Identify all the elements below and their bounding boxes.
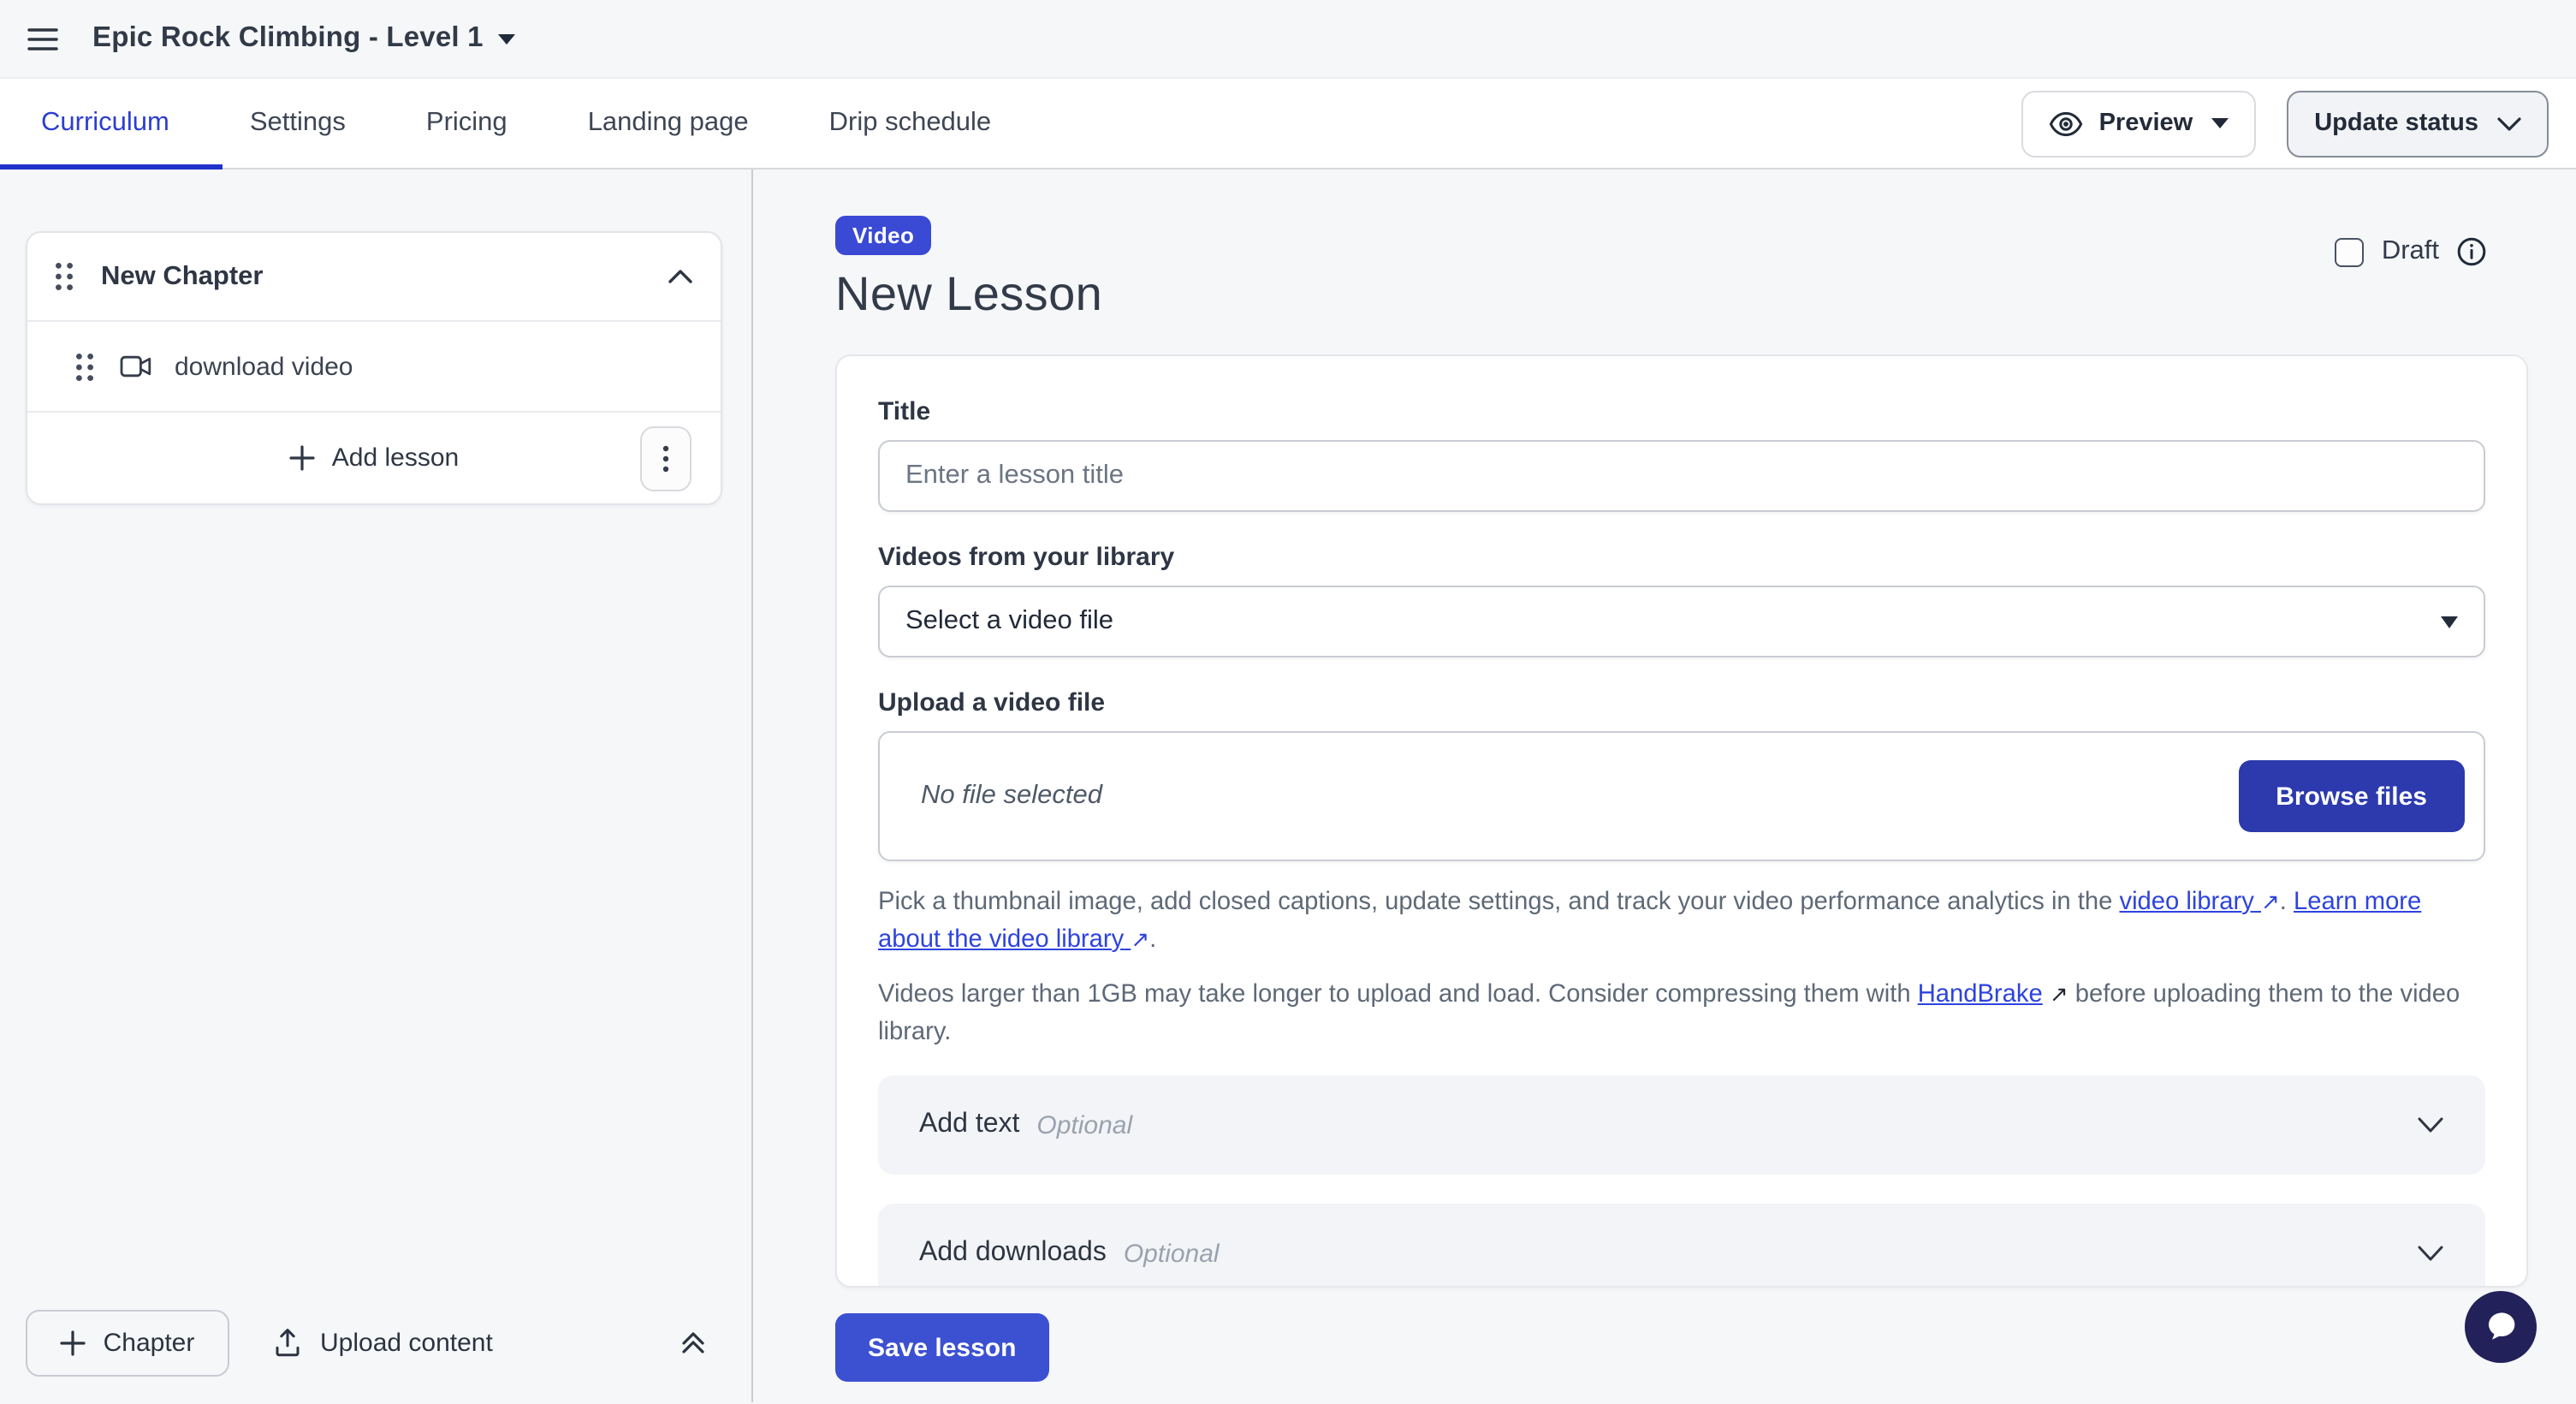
drag-handle-icon[interactable]	[55, 262, 74, 291]
eye-icon	[2050, 110, 2084, 136]
help-text: Videos larger than 1GB may take longer t…	[878, 981, 1918, 1008]
tabs-bar: Curriculum Settings Pricing Landing page…	[0, 79, 2576, 170]
draft-control: Draft	[2336, 236, 2487, 267]
chapter-title[interactable]: New Chapter	[101, 261, 264, 292]
drag-handle-icon[interactable]	[75, 352, 94, 381]
tab-curriculum[interactable]: Curriculum	[41, 108, 169, 139]
info-icon[interactable]	[2456, 236, 2487, 267]
add-chapter-button[interactable]: Chapter	[26, 1309, 229, 1376]
title-field-label: Title	[878, 397, 2485, 426]
plus-icon	[61, 1330, 86, 1355]
course-title-caret-icon[interactable]	[499, 33, 516, 44]
handbrake-link[interactable]: HandBrake	[1918, 981, 2043, 1008]
app-body: New Chapter	[0, 170, 2576, 1402]
tab-list: Curriculum Settings Pricing Landing page…	[0, 79, 991, 168]
preview-button[interactable]: Preview	[2022, 90, 2257, 157]
lesson-row[interactable]: download video	[27, 320, 721, 411]
video-library-help-text: Pick a thumbnail image, add closed capti…	[878, 883, 2485, 959]
lesson-label[interactable]: download video	[175, 352, 353, 381]
add-downloads-optional: Optional	[1124, 1239, 1220, 1268]
upload-field-label: Upload a video file	[878, 688, 2485, 717]
top-title-bar: Epic Rock Climbing - Level 1	[0, 0, 2576, 79]
add-lesson-row: Add lesson	[27, 411, 721, 503]
chapter-header[interactable]: New Chapter	[27, 233, 721, 320]
video-library-select-value: Select a video file	[905, 606, 1113, 637]
help-text: Pick a thumbnail image, add closed capti…	[878, 889, 2119, 916]
lesson-form-card: Title Videos from your library Select a …	[835, 354, 2528, 1288]
lesson-editor: Video New Lesson Draft Title Videos from…	[753, 170, 2576, 1402]
add-downloads-section[interactable]: Add downloads Optional	[878, 1204, 2485, 1288]
help-text: .	[1149, 926, 1156, 954]
update-status-label: Update status	[2314, 110, 2478, 137]
hamburger-menu-icon[interactable]	[27, 27, 58, 51]
add-lesson-button[interactable]: Add lesson	[289, 443, 459, 473]
browse-files-button[interactable]: Browse files	[2238, 760, 2465, 832]
external-link-icon: ↗	[2050, 976, 2069, 1014]
upload-icon	[272, 1327, 303, 1358]
external-link-icon: ↗	[2261, 883, 2280, 921]
chevron-down-icon	[2417, 1245, 2444, 1262]
curriculum-sidebar: New Chapter	[0, 170, 753, 1402]
draft-checkbox[interactable]	[2336, 237, 2365, 266]
external-link-icon: ↗	[1131, 921, 1149, 959]
chat-widget-button[interactable]	[2465, 1291, 2537, 1363]
plus-icon	[289, 445, 315, 471]
video-camera-icon	[120, 354, 152, 378]
file-upload-dropzone[interactable]: No file selected Browse files	[878, 731, 2485, 861]
tab-drip-schedule[interactable]: Drip schedule	[829, 108, 992, 139]
preview-caret-icon	[2211, 118, 2229, 128]
link-label: HandBrake	[1918, 981, 2043, 1008]
preview-button-label: Preview	[2099, 110, 2193, 137]
add-lesson-label: Add lesson	[332, 443, 459, 473]
tab-landing-page[interactable]: Landing page	[588, 108, 749, 139]
page-title: New Lesson	[835, 267, 2576, 322]
chapter-options-button[interactable]	[640, 425, 691, 491]
add-downloads-label: Add downloads	[919, 1238, 1107, 1269]
add-text-section[interactable]: Add text Optional	[878, 1075, 2485, 1175]
header-actions: Preview Update status	[2022, 90, 2576, 157]
lesson-title-input[interactable]	[878, 440, 2485, 512]
select-caret-icon	[2441, 616, 2458, 628]
chevron-down-icon	[2417, 1116, 2444, 1133]
help-text: .	[2280, 889, 2294, 916]
chat-bubble-icon	[2480, 1306, 2521, 1347]
add-chapter-label: Chapter	[104, 1328, 195, 1357]
video-library-select[interactable]: Select a video file	[878, 586, 2485, 657]
course-title[interactable]: Epic Rock Climbing - Level 1	[92, 22, 484, 55]
add-text-optional: Optional	[1036, 1110, 1132, 1139]
add-text-label: Add text	[919, 1110, 1019, 1140]
chapter-card: New Chapter	[26, 231, 722, 505]
draft-label: Draft	[2382, 236, 2439, 267]
course-builder-page: Epic Rock Climbing - Level 1 Curriculum …	[0, 0, 2576, 1404]
upload-content-label: Upload content	[320, 1328, 493, 1357]
tab-settings[interactable]: Settings	[250, 108, 346, 139]
save-lesson-button[interactable]: Save lesson	[835, 1313, 1048, 1382]
video-library-link[interactable]: video library ↗	[2119, 889, 2279, 916]
upload-content-button[interactable]: Upload content	[272, 1327, 493, 1358]
sidebar-footer: Chapter Upload content	[0, 1282, 751, 1402]
chevron-up-icon[interactable]	[668, 269, 693, 284]
chevron-down-icon	[2497, 116, 2521, 131]
compression-help-text: Videos larger than 1GB may take longer t…	[878, 976, 2485, 1051]
collapse-all-icon[interactable]	[680, 1329, 707, 1356]
link-label: video library	[2119, 889, 2253, 916]
update-status-button[interactable]: Update status	[2287, 90, 2549, 157]
no-file-text: No file selected	[921, 781, 1102, 812]
lesson-type-badge: Video	[835, 216, 931, 255]
tab-pricing[interactable]: Pricing	[426, 108, 507, 139]
kebab-menu-icon	[662, 444, 669, 472]
library-field-label: Videos from your library	[878, 543, 2485, 572]
